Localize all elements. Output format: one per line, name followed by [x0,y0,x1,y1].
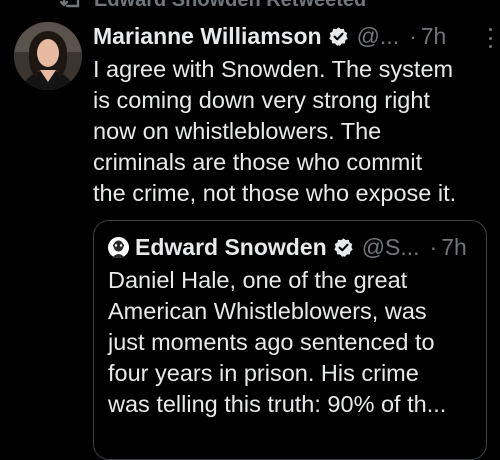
tweet-text: I agree with Snowden. The system is comi… [93,54,485,209]
quoted-author-handle[interactable]: @S... [362,234,420,261]
quoted-text-line: just moments ago sentenced to [108,329,435,355]
tweet-text-line: the crime, not those who expose it. [93,180,457,206]
quoted-tweet-card[interactable]: Edward Snowden @S... · 7h Daniel Hale, o… [93,220,487,460]
quoted-tweet-header: Edward Snowden @S... · 7h [108,233,478,261]
separator-dot: · [429,233,438,260]
retweet-context-label: Edward Snowden Retweeted [94,0,366,12]
verified-badge-icon [333,237,354,258]
author-name[interactable]: Marianne Williamson [93,23,322,50]
quoted-text-line: Daniel Hale, one of the great [108,267,408,293]
more-options-icon[interactable] [486,28,494,48]
retweet-context[interactable]: Edward Snowden Retweeted [60,0,366,12]
retweet-icon [60,0,82,10]
tweet-text-line: is coming down very strong right [93,87,430,113]
quoted-author-avatar [108,236,129,258]
verified-badge-icon [328,26,349,47]
author-handle[interactable]: @... [357,23,400,50]
tweet-timestamp[interactable]: 7h [421,23,447,50]
quoted-text-line: American Whistleblowers, was [108,298,427,324]
quoted-author-name[interactable]: Edward Snowden [135,234,327,261]
quoted-text-line: was telling this truth: 90% of th... [108,391,447,417]
quoted-tweet-timestamp[interactable]: 7h [441,234,467,261]
tweet-text-line: I agree with Snowden. The system [93,56,454,82]
quoted-tweet-text: Daniel Hale, one of the great American W… [108,265,478,420]
tweet-text-line: now on whistleblowers. The [93,118,382,144]
separator-dot: · [409,22,417,49]
tweet-text-line: criminals are those who commit [93,149,423,175]
quoted-text-line: four years in prison. His crime [108,360,419,386]
tweet-header: Marianne Williamson @... · 7h [93,20,493,52]
profile-photo-icon [14,22,82,90]
author-avatar[interactable] [14,22,82,90]
